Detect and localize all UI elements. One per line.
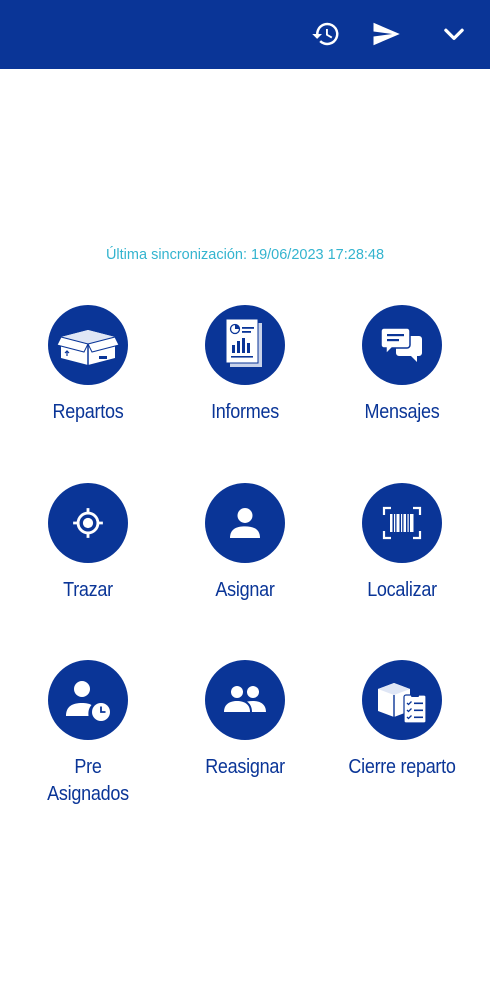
menu-item-label: Asignar [215, 579, 275, 601]
menu-item-label: Repartos [52, 401, 124, 423]
menu-item-reasignar[interactable]: Reasignar [167, 660, 323, 781]
menu-item-mensajes[interactable]: Mensajes [324, 305, 480, 426]
person-clock-icon [48, 660, 128, 740]
menu-item-cierre-reparto[interactable]: Cierre reparto [324, 660, 480, 781]
chevron-down-icon[interactable] [438, 18, 470, 50]
menu-item-label: Trazar [63, 579, 113, 601]
history-icon[interactable] [310, 18, 342, 50]
box-icon [48, 305, 128, 385]
menu-item-informes[interactable]: Informes [167, 305, 323, 426]
group-icon [205, 660, 285, 740]
messages-icon [362, 305, 442, 385]
menu-item-label: Cierre reparto [348, 756, 456, 778]
menu-item-trazar[interactable]: Trazar [10, 483, 166, 604]
menu-item-label: Informes [211, 401, 279, 423]
menu-item-localizar[interactable]: Localizar [324, 483, 480, 604]
menu-item-label: Mensajes [364, 401, 440, 423]
box-checklist-icon [362, 660, 442, 740]
gps-target-icon [48, 483, 128, 563]
app-header [0, 0, 490, 69]
menu-item-label: Reasignar [205, 756, 285, 778]
menu-item-label: Localizar [367, 579, 437, 601]
person-icon [205, 483, 285, 563]
menu-item-pre-asignados[interactable]: Pre Asignados [10, 660, 166, 808]
barcode-icon [362, 483, 442, 563]
menu-item-label: Pre Asignados [47, 756, 129, 805]
report-icon [205, 305, 285, 385]
send-icon[interactable] [370, 18, 402, 50]
last-sync-text: Última sincronización: 19/06/2023 17:28:… [105, 247, 385, 263]
menu-item-asignar[interactable]: Asignar [167, 483, 323, 604]
menu-item-repartos[interactable]: Repartos [10, 305, 166, 426]
